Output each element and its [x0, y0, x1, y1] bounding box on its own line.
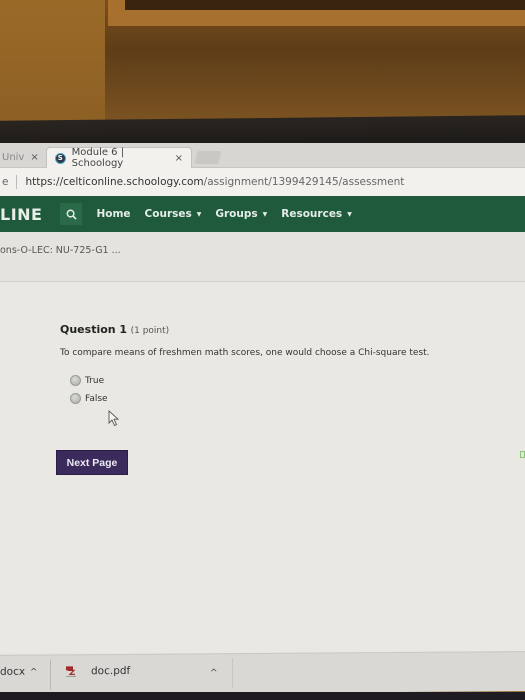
- pdf-file-icon: [66, 666, 76, 677]
- next-page-button[interactable]: Next Page: [56, 450, 128, 475]
- photo-picture-frame-inner: [125, 0, 525, 10]
- site-logo[interactable]: LINE: [0, 205, 42, 224]
- nav-groups-label: Groups: [215, 208, 258, 220]
- tab-label: Module 6 | Schoology: [71, 147, 125, 169]
- caret-down-icon: ▼: [262, 210, 268, 218]
- download-item-docx[interactable]: docx: [0, 666, 25, 678]
- new-tab-button[interactable]: [194, 151, 222, 164]
- option-true-label: True: [85, 375, 105, 386]
- side-panel-toggle[interactable]: [520, 451, 525, 458]
- option-false[interactable]: False: [70, 393, 108, 404]
- breadcrumb-bar: ons-O-LEC: NU-725-G1 ...: [0, 232, 525, 282]
- breadcrumb[interactable]: ons-O-LEC: NU-725-G1 ...: [0, 245, 121, 256]
- close-icon[interactable]: ×: [30, 152, 38, 163]
- nav-groups[interactable]: Groups ▼: [215, 208, 267, 220]
- photo-background-wall-left: [0, 0, 105, 125]
- download-item-pdf[interactable]: doc.pdf: [65, 665, 130, 677]
- monitor-bottom-bezel: [0, 692, 525, 700]
- tab-module-6-schoology[interactable]: S Module 6 | Schoology ×: [46, 147, 192, 169]
- search-button[interactable]: [60, 203, 83, 225]
- download-separator: [232, 658, 233, 689]
- search-icon: [66, 209, 77, 220]
- chevron-up-icon[interactable]: ^: [30, 668, 38, 678]
- nav-home-label: Home: [96, 208, 131, 220]
- option-false-label: False: [85, 393, 108, 404]
- address-bar[interactable]: e https://celticonline.schoology.com /as…: [0, 168, 525, 196]
- nav-resources-label: Resources: [281, 208, 343, 220]
- nav-courses-label: Courses: [144, 208, 192, 220]
- radio-true[interactable]: [70, 375, 81, 386]
- question-points: (1 point): [130, 326, 170, 336]
- security-indicator[interactable]: e: [0, 176, 8, 188]
- mouse-cursor-icon: [108, 410, 120, 427]
- option-true[interactable]: True: [70, 375, 104, 386]
- caret-down-icon: ▼: [347, 210, 352, 218]
- download-name: doc.pdf: [91, 664, 131, 678]
- site-navbar: LINE Home Courses ▼ Groups ▼ Resources ▼: [0, 196, 525, 232]
- browser-window: Univ × S Module 6 | Schoology × e https:…: [0, 143, 525, 663]
- nav-courses[interactable]: Courses ▼: [145, 208, 202, 220]
- url-path: /assignment/1399429145/assessment: [203, 176, 405, 188]
- downloads-bar: docx ^ doc.pdf ^: [0, 651, 525, 695]
- tab-strip: Univ × S Module 6 | Schoology ×: [0, 143, 525, 169]
- chevron-up-icon[interactable]: ^: [210, 668, 218, 678]
- tab-label: Univ: [2, 152, 25, 163]
- question-title: Question 1 (1 point): [60, 323, 169, 336]
- radio-false[interactable]: [70, 393, 81, 404]
- tab-univ[interactable]: Univ ×: [0, 147, 44, 168]
- close-icon[interactable]: ×: [175, 153, 183, 164]
- schoology-favicon-icon: S: [55, 152, 66, 164]
- download-separator: [50, 659, 51, 690]
- download-name: docx: [0, 665, 26, 678]
- nav-resources[interactable]: Resources ▼: [281, 208, 352, 220]
- assessment-content: Question 1 (1 point) To compare means of…: [0, 283, 525, 653]
- address-separator: [16, 175, 18, 189]
- caret-down-icon: ▼: [196, 210, 202, 218]
- url-host: https://celticonline.schoology.com: [25, 176, 204, 188]
- question-number: Question 1: [60, 323, 128, 336]
- question-text: To compare means of freshmen math scores…: [60, 348, 430, 358]
- nav-home[interactable]: Home: [96, 208, 130, 220]
